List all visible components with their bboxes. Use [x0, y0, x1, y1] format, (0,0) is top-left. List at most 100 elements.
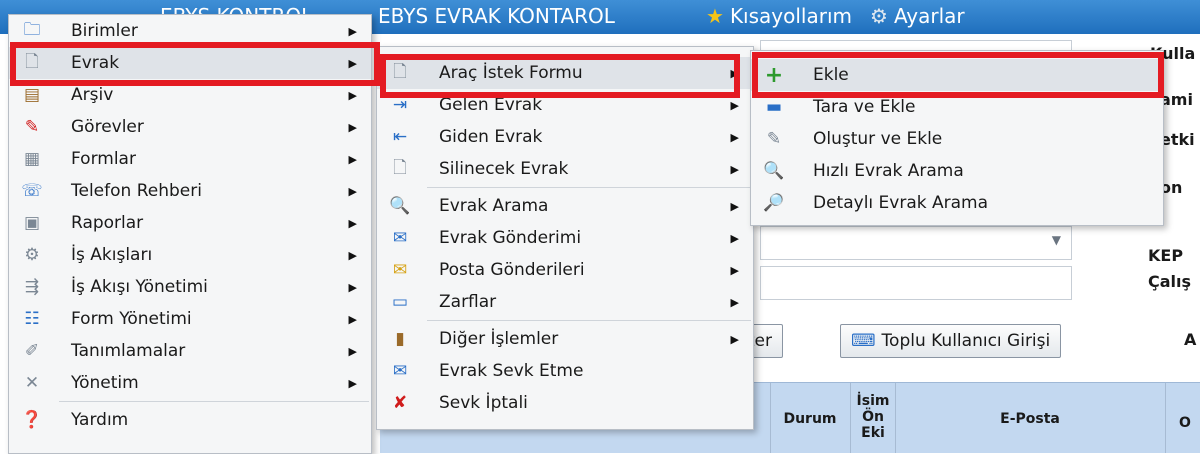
star-icon: ★ [706, 4, 724, 28]
submenu-arrow-icon: ▶ [730, 66, 739, 80]
label-etki: etki [1160, 130, 1195, 149]
label-calis: Çalış [1148, 272, 1192, 291]
submenu-arrow-icon: ▶ [348, 184, 357, 198]
search-icon: 🔍 [389, 196, 411, 216]
submenu-arrow-icon: ▶ [348, 216, 357, 230]
document-icon: 🗋 [393, 61, 407, 82]
bulk-user-entry-button[interactable]: ⌨ Toplu Kullanıcı Girişi [840, 324, 1062, 358]
col-o[interactable]: O [1175, 415, 1195, 431]
col-eposta[interactable]: E-Posta [900, 411, 1160, 427]
menu-item-posta-gonderileri[interactable]: ✉ Posta Gönderileri ▶ [377, 254, 753, 286]
menu-item-formlar[interactable]: ▦ Formlar ▶ [9, 143, 371, 175]
cancel-dispatch-icon: ✘ [392, 393, 408, 413]
plus-icon: + [764, 62, 784, 88]
outgoing-icon: ⇤ [392, 127, 408, 147]
menu-separator [427, 187, 751, 188]
evrak-submenu: 🗋 Araç İstek Formu ▶ ⇥ Gelen Evrak ▶ ⇤ Giden … [376, 46, 754, 430]
other-icon: ▮ [395, 329, 405, 349]
definitions-icon: ✐ [24, 341, 40, 361]
menu-item-olustur-ve-ekle[interactable]: ✎ Oluştur ve Ekle [751, 123, 1163, 155]
settings-icon: ⚙ [870, 4, 888, 28]
submenu-arrow-icon: ▶ [348, 312, 357, 326]
submenu-arrow-icon: ▶ [730, 199, 739, 213]
folder-icon: 🗀 [23, 19, 41, 40]
submenu-arrow-icon: ▶ [730, 162, 739, 176]
keyboard-icon: ⌨ [851, 331, 876, 351]
submenu-arrow-icon: ▶ [348, 280, 357, 294]
tasks-icon: ✎ [24, 117, 40, 137]
label-ami: ami [1160, 90, 1193, 109]
menu-item-evrak-sevk-etme[interactable]: ✉ Evrak Sevk Etme [377, 355, 753, 387]
settings-link[interactable]: ⚙ Ayarlar [870, 4, 965, 28]
dispatch-icon: ✉ [392, 361, 408, 381]
arac-istek-formu-submenu: + Ekle ▬ Tara ve Ekle ✎ Oluştur ve Ekle 🔍 Hı… [750, 50, 1164, 226]
menu-item-yonetim[interactable]: ✕ Yönetim ▶ [9, 367, 371, 399]
menu-item-evrak-gonderimi[interactable]: ✉ Evrak Gönderimi ▶ [377, 222, 753, 254]
menu-item-zarflar[interactable]: ▭ Zarflar ▶ [377, 286, 753, 318]
menu-item-diger-islemler[interactable]: ▮ Diğer İşlemler ▶ [377, 323, 753, 355]
document-icon: 🗋 [25, 51, 39, 72]
main-menu: 🗀 Birimler ▶ 🗋 Evrak ▶ ▤ Arşiv ▶ ✎ Görevler ▶ ▦ F… [8, 14, 372, 454]
label-kep: KEP [1148, 246, 1184, 265]
submenu-arrow-icon: ▶ [348, 248, 357, 262]
menu-item-detayli-evrak-arama[interactable]: 🔎 Detaylı Evrak Arama [751, 187, 1163, 219]
menu-item-arac-istek-formu[interactable]: 🗋 Araç İstek Formu ▶ [377, 57, 753, 89]
col-durum[interactable]: Durum [775, 411, 845, 427]
menu-item-gelen-evrak[interactable]: ⇥ Gelen Evrak ▶ [377, 89, 753, 121]
form-admin-icon: ☷ [24, 309, 40, 329]
menu-item-sevk-iptali[interactable]: ✘ Sevk İptali [377, 387, 753, 419]
mail-icon: ✉ [392, 260, 408, 280]
workflow-admin-icon: ⇶ [24, 277, 40, 297]
menu-separator [427, 320, 751, 321]
menu-item-evrak-arama[interactable]: 🔍 Evrak Arama ▶ [377, 190, 753, 222]
menu-item-yardim[interactable]: ❓ Yardım [9, 404, 371, 436]
menu-separator [59, 401, 369, 402]
menu-item-tanimlamalar[interactable]: ✐ Tanımlamalar ▶ [9, 335, 371, 367]
menu-item-telefon-rehberi[interactable]: ☏ Telefon Rehberi ▶ [9, 175, 371, 207]
workflow-icon: ⚙ [24, 245, 40, 265]
menu-item-tara-ve-ekle[interactable]: ▬ Tara ve Ekle [751, 91, 1163, 123]
submenu-arrow-icon: ▶ [730, 231, 739, 245]
menu-item-hizli-evrak-arama[interactable]: 🔍 Hızlı Evrak Arama [751, 155, 1163, 187]
menu-item-is-akisi-yonetimi[interactable]: ⇶ İş Akışı Yönetimi ▶ [9, 271, 371, 303]
submenu-arrow-icon: ▶ [348, 88, 357, 102]
col-isim-on-eki[interactable]: İsim Ön Eki [853, 393, 893, 441]
menu-item-ekle[interactable]: + Ekle [751, 59, 1163, 91]
envelope-icon: ▭ [391, 292, 409, 312]
tab-ebys-evrak-kontarol[interactable]: EBYS EVRAK KONTAROL [378, 4, 615, 28]
submenu-arrow-icon: ▶ [730, 130, 739, 144]
tools-icon: ✕ [24, 373, 40, 393]
archive-icon: ▤ [23, 85, 41, 105]
submenu-arrow-icon: ▶ [730, 263, 739, 277]
menu-item-giden-evrak[interactable]: ⇤ Giden Evrak ▶ [377, 121, 753, 153]
chevron-down-icon: ▼ [1051, 233, 1061, 247]
menu-item-silinecek-evrak[interactable]: 🗋 Silinecek Evrak ▶ [377, 153, 753, 185]
calisma-field[interactable] [760, 266, 1072, 300]
menu-item-raporlar[interactable]: ▣ Raporlar ▶ [9, 207, 371, 239]
incoming-icon: ⇥ [392, 95, 408, 115]
kep-select[interactable]: ▼ [760, 226, 1072, 260]
submenu-arrow-icon: ▶ [348, 24, 357, 38]
submenu-arrow-icon: ▶ [348, 376, 357, 390]
submenu-arrow-icon: ▶ [348, 152, 357, 166]
send-icon: ✉ [392, 228, 408, 248]
menu-item-is-akislari[interactable]: ⚙ İş Akışları ▶ [9, 239, 371, 271]
document-icon: 🗋 [393, 157, 407, 178]
shortcuts-link[interactable]: ★ Kısayollarım [706, 4, 852, 28]
user-search-icon: 🔎 [763, 193, 785, 213]
menu-item-birimler[interactable]: 🗀 Birimler ▶ [9, 15, 371, 47]
submenu-arrow-icon: ▶ [730, 332, 739, 346]
menu-item-gorevler[interactable]: ✎ Görevler ▶ [9, 111, 371, 143]
submenu-arrow-icon: ▶ [730, 98, 739, 112]
menu-item-arsiv[interactable]: ▤ Arşiv ▶ [9, 79, 371, 111]
submenu-arrow-icon: ▶ [348, 120, 357, 134]
forms-icon: ▦ [23, 149, 41, 169]
reports-icon: ▣ [23, 213, 41, 233]
menu-item-evrak[interactable]: 🗋 Evrak ▶ [9, 47, 371, 79]
submenu-arrow-icon: ▶ [348, 344, 357, 358]
menu-item-form-yonetimi[interactable]: ☷ Form Yönetimi ▶ [9, 303, 371, 335]
submenu-arrow-icon: ▶ [348, 56, 357, 70]
help-icon: ❓ [21, 410, 43, 430]
scanner-icon: ▬ [765, 97, 783, 117]
phonebook-icon: ☏ [21, 181, 43, 201]
